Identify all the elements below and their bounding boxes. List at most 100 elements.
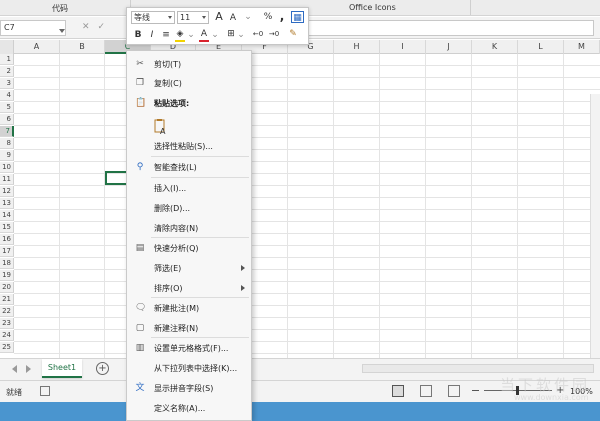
bold-button[interactable]: B [133,29,143,41]
row-header[interactable]: 20 [0,282,14,293]
menu-item-define-name[interactable]: 定义名称(A)... [127,399,251,417]
format-painter-icon[interactable]: ✎ [287,28,299,40]
row-header[interactable]: 11 [0,174,14,185]
chevron-down-icon[interactable] [202,16,206,19]
font-name-select[interactable]: 等线 [131,11,175,24]
chevron-down-icon[interactable] [59,29,65,33]
font-size-select[interactable]: 11 [177,11,209,24]
row-gridline [14,185,600,186]
row-header[interactable]: 12 [0,186,14,197]
chevron-down-icon[interactable]: ⌄ [211,29,219,41]
menu-item-new-note[interactable]: ▢ 新建注释(N) [127,319,251,337]
tab-prev-icon[interactable] [12,365,17,373]
row-header[interactable]: 17 [0,246,14,257]
menu-separator [151,177,249,178]
check-icon[interactable]: ✓ [98,22,114,32]
normal-view-button[interactable] [392,385,404,397]
chevron-down-icon[interactable]: ⌄ [187,29,195,41]
row-header[interactable]: 6 [0,114,14,125]
row-header[interactable]: 25 [0,342,14,353]
menu-item-paste-special[interactable]: 选择性粘贴(S)... [127,137,251,155]
align-center-icon[interactable]: ≡ [161,29,171,41]
accessibility-icon[interactable] [40,386,50,396]
select-all-corner[interactable] [0,40,14,54]
add-sheet-button[interactable]: + [96,362,109,375]
row-header[interactable]: 14 [0,210,14,221]
grow-font-button[interactable]: A [213,11,225,23]
row-header[interactable]: 3 [0,78,14,89]
watermark-text: 当下软件园 [500,376,591,394]
page-break-view-button[interactable] [448,385,460,397]
italic-button[interactable]: I [147,29,157,41]
format-table-icon[interactable]: ▦ [291,11,304,23]
row-header[interactable]: 24 [0,330,14,341]
decrease-decimal-icon[interactable]: →0 [267,28,281,40]
column-header[interactable]: M [564,40,600,54]
row-header[interactable]: 8 [0,138,14,149]
page-layout-view-button[interactable] [420,385,432,397]
close-icon[interactable]: ✕ [82,22,98,32]
chevron-down-icon[interactable]: ⌄ [243,11,253,23]
column-header[interactable]: J [426,40,472,54]
fill-color-icon[interactable]: ◈ [175,28,185,40]
menu-item-copy[interactable]: ❐ 复制(C) [127,74,251,92]
watermark: 当下软件园 www.downxia.com [470,370,598,410]
watermark-url: www.downxia.com [514,393,589,402]
menu-item-filter[interactable]: 筛选(E) [127,259,251,277]
row-header[interactable]: 18 [0,258,14,269]
menu-item-quick-analysis[interactable]: ▤ 快速分析(Q) [127,239,251,257]
column-header[interactable]: L [518,40,564,54]
chevron-down-icon[interactable]: ⌄ [237,29,245,41]
column-gridline [59,54,60,358]
row-header[interactable]: 15 [0,222,14,233]
clipboard-icon: 📋 [135,98,147,108]
row-header-active[interactable]: 7 [0,126,14,137]
row-header[interactable]: 19 [0,270,14,281]
menu-item-label: 删除(D)... [154,204,191,213]
column-header[interactable]: B [60,40,105,54]
row-header[interactable]: 5 [0,102,14,113]
row-gridline [14,281,600,282]
menu-item-format-cells[interactable]: ▥ 设置单元格格式(F)... [127,339,251,357]
menu-item-delete[interactable]: 删除(D)... [127,199,251,217]
row-header[interactable]: 22 [0,306,14,317]
row-header[interactable]: 13 [0,198,14,209]
menu-item-pick-from-list[interactable]: 从下拉列表中选择(K)... [127,359,251,377]
row-header[interactable]: 16 [0,234,14,245]
percent-style-button[interactable]: % [263,11,273,23]
menu-item-label: 清除内容(N) [154,224,199,233]
column-header[interactable]: A [14,40,60,54]
increase-decimal-icon[interactable]: ←0 [251,28,265,40]
menu-item-insert[interactable]: 插入(I)... [127,179,251,197]
row-header[interactable]: 1 [0,54,14,65]
paste-keep-text-icon[interactable]: A [154,119,168,136]
menu-item-cut[interactable]: ✂ 剪切(T) [127,55,251,73]
comma-style-button[interactable]: , [277,10,287,22]
chevron-down-icon[interactable] [168,16,172,19]
menu-item-clear[interactable]: 清除内容(N) [127,219,251,237]
column-header[interactable]: I [380,40,426,54]
column-header[interactable]: H [334,40,380,54]
borders-icon[interactable]: ⊞ [225,28,237,40]
column-gridline [379,54,380,358]
menu-item-paste-options: 📋 粘贴选项: [127,94,251,112]
row-header[interactable]: 2 [0,66,14,77]
vertical-scrollbar[interactable] [590,94,600,358]
worksheet-grid[interactable]: A B C D E F G H I J K L M 1 2 3 4 5 6 7 8 9 10 11 1… [0,40,600,358]
menu-item-new-comment[interactable]: 🗨 新建批注(M) [127,299,251,317]
row-header[interactable]: 10 [0,162,14,173]
shrink-font-button[interactable]: A [227,12,239,24]
menu-item-sort[interactable]: 排序(O) [127,279,251,297]
name-box[interactable]: C7 [0,20,66,36]
menu-item-smart-lookup[interactable]: ⚲ 智能查找(L) [127,158,251,176]
font-color-button[interactable]: A [199,28,209,40]
tab-next-icon[interactable] [26,365,31,373]
formula-input[interactable] [298,20,594,36]
column-header[interactable]: K [472,40,518,54]
row-header[interactable]: 23 [0,318,14,329]
sheet-tab-sheet1[interactable]: Sheet1 [42,359,82,378]
row-header[interactable]: 9 [0,150,14,161]
row-header[interactable]: 21 [0,294,14,305]
menu-item-phonetic[interactable]: 文 显示拼音字段(S) [127,379,251,397]
row-header[interactable]: 4 [0,90,14,101]
